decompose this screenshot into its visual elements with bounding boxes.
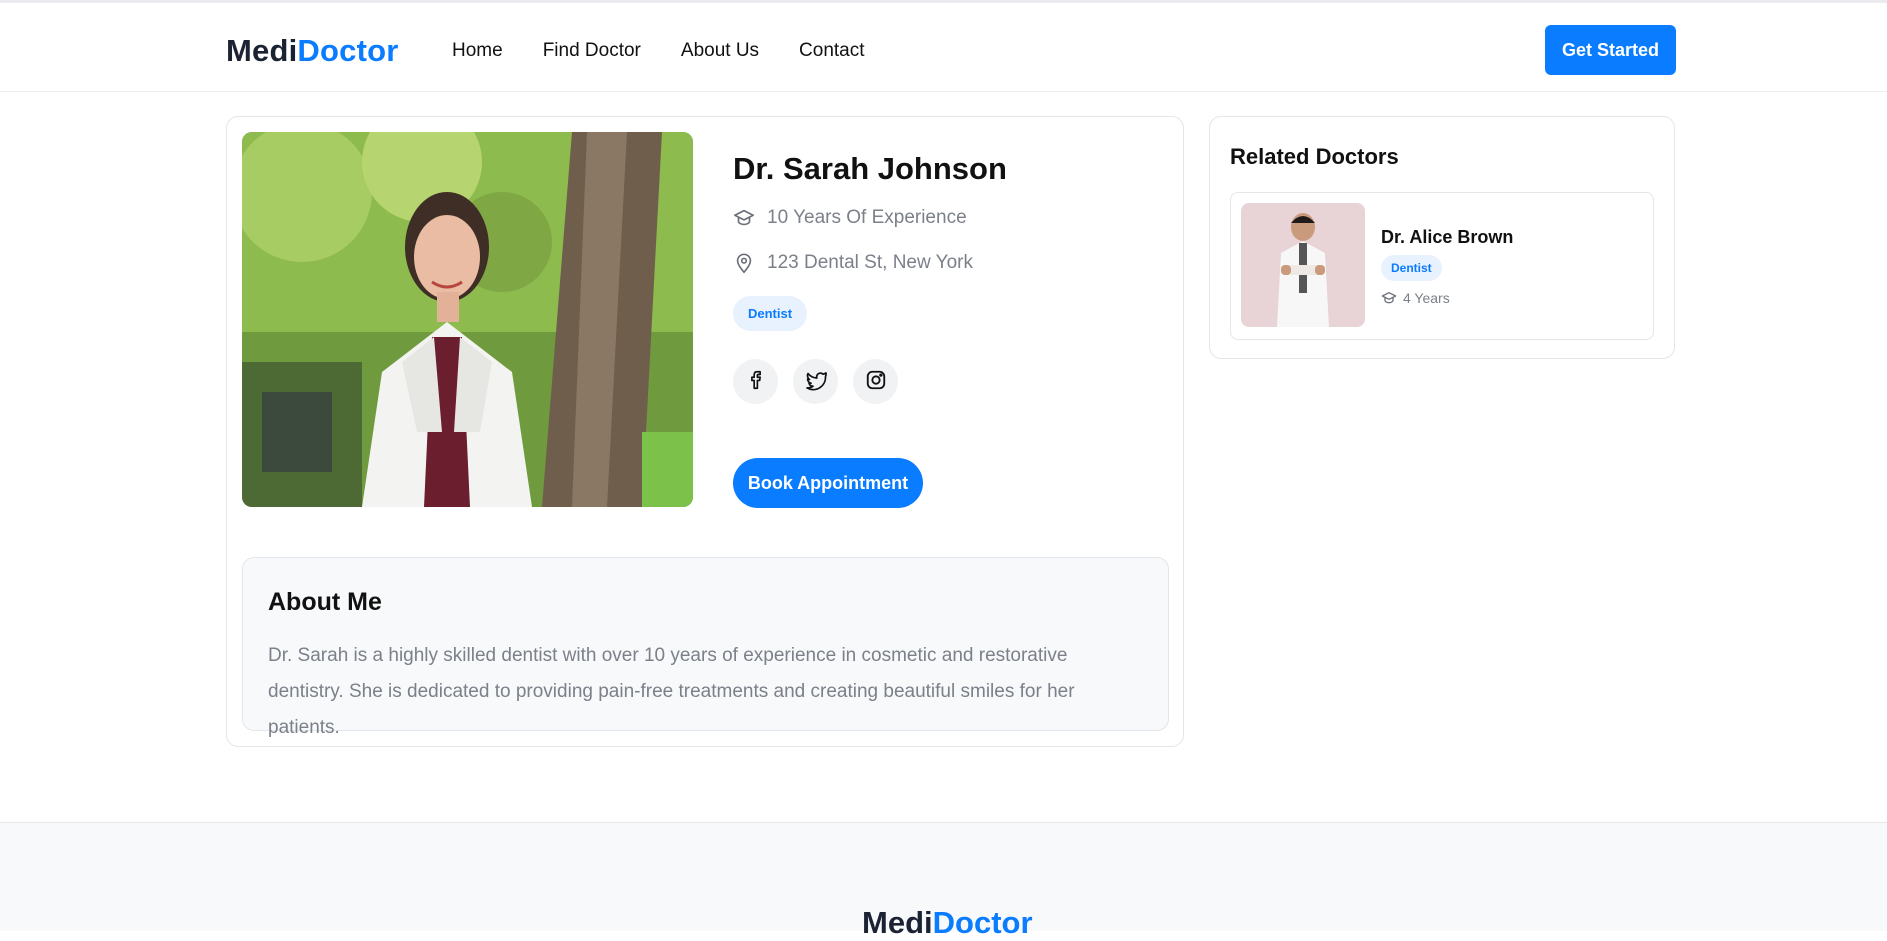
- related-doctors-title: Related Doctors: [1230, 144, 1399, 169]
- nav-home[interactable]: Home: [452, 40, 503, 62]
- get-started-button[interactable]: Get Started: [1545, 25, 1676, 75]
- related-doctor-item[interactable]: Dr. Alice Brown Dentist 4 Years: [1230, 192, 1654, 340]
- site-header: MediDoctor Home Find Doctor About Us Con…: [0, 3, 1887, 92]
- specialty-badge: Dentist: [733, 296, 808, 331]
- about-me-section: About Me Dr. Sarah is a highly skilled d…: [242, 557, 1169, 738]
- nav-about-us[interactable]: About Us: [681, 40, 759, 62]
- experience-row: 10 Years Of Experience: [733, 207, 967, 229]
- related-doctors-card: Related Doctors Dr. Alice Brown Dentist: [1209, 116, 1675, 359]
- site-footer: MediDoctor: [0, 822, 1887, 940]
- twitter-icon: [804, 368, 828, 395]
- experience-text: 10 Years Of Experience: [767, 207, 967, 228]
- facebook-button[interactable]: [733, 359, 778, 404]
- about-me-title: About Me: [268, 588, 382, 616]
- footer-brand-part1: Medi: [862, 905, 933, 940]
- instagram-icon: [865, 369, 887, 394]
- doctor-profile-card: Dr. Sarah Johnson 10 Years Of Experience…: [226, 116, 1184, 747]
- about-me-text: Dr. Sarah is a highly skilled dentist wi…: [268, 645, 1075, 738]
- location-pin-icon: [733, 252, 755, 274]
- book-appointment-button[interactable]: Book Appointment: [733, 458, 923, 508]
- location-text: 123 Dental St, New York: [767, 252, 973, 273]
- brand-logo-part1: Medi: [226, 33, 298, 68]
- doctor-name: Dr. Sarah Johnson: [733, 151, 1007, 186]
- twitter-button[interactable]: [793, 359, 838, 404]
- footer-brand-logo[interactable]: MediDoctor: [862, 905, 1033, 941]
- instagram-button[interactable]: [853, 359, 898, 404]
- related-doctor-specialty-badge: Dentist: [1381, 255, 1442, 281]
- brand-logo[interactable]: MediDoctor: [226, 33, 399, 69]
- related-doctor-experience: 4 Years: [1381, 290, 1450, 306]
- related-doctor-years: 4 Years: [1403, 290, 1450, 306]
- brand-logo-part2: Doctor: [297, 33, 399, 68]
- nav-find-doctor[interactable]: Find Doctor: [543, 40, 641, 62]
- related-doctor-photo: [1241, 203, 1365, 327]
- footer-brand-part2: Doctor: [932, 905, 1033, 940]
- location-row: 123 Dental St, New York: [733, 252, 973, 274]
- nav-contact[interactable]: Contact: [799, 40, 864, 62]
- doctor-photo: [242, 132, 693, 507]
- social-links: [733, 359, 898, 404]
- related-doctor-name: Dr. Alice Brown: [1381, 227, 1514, 247]
- graduation-cap-icon: [733, 207, 755, 229]
- facebook-icon: [745, 369, 767, 394]
- graduation-cap-icon: [1381, 290, 1397, 306]
- main-nav: Home Find Doctor About Us Contact: [452, 40, 905, 62]
